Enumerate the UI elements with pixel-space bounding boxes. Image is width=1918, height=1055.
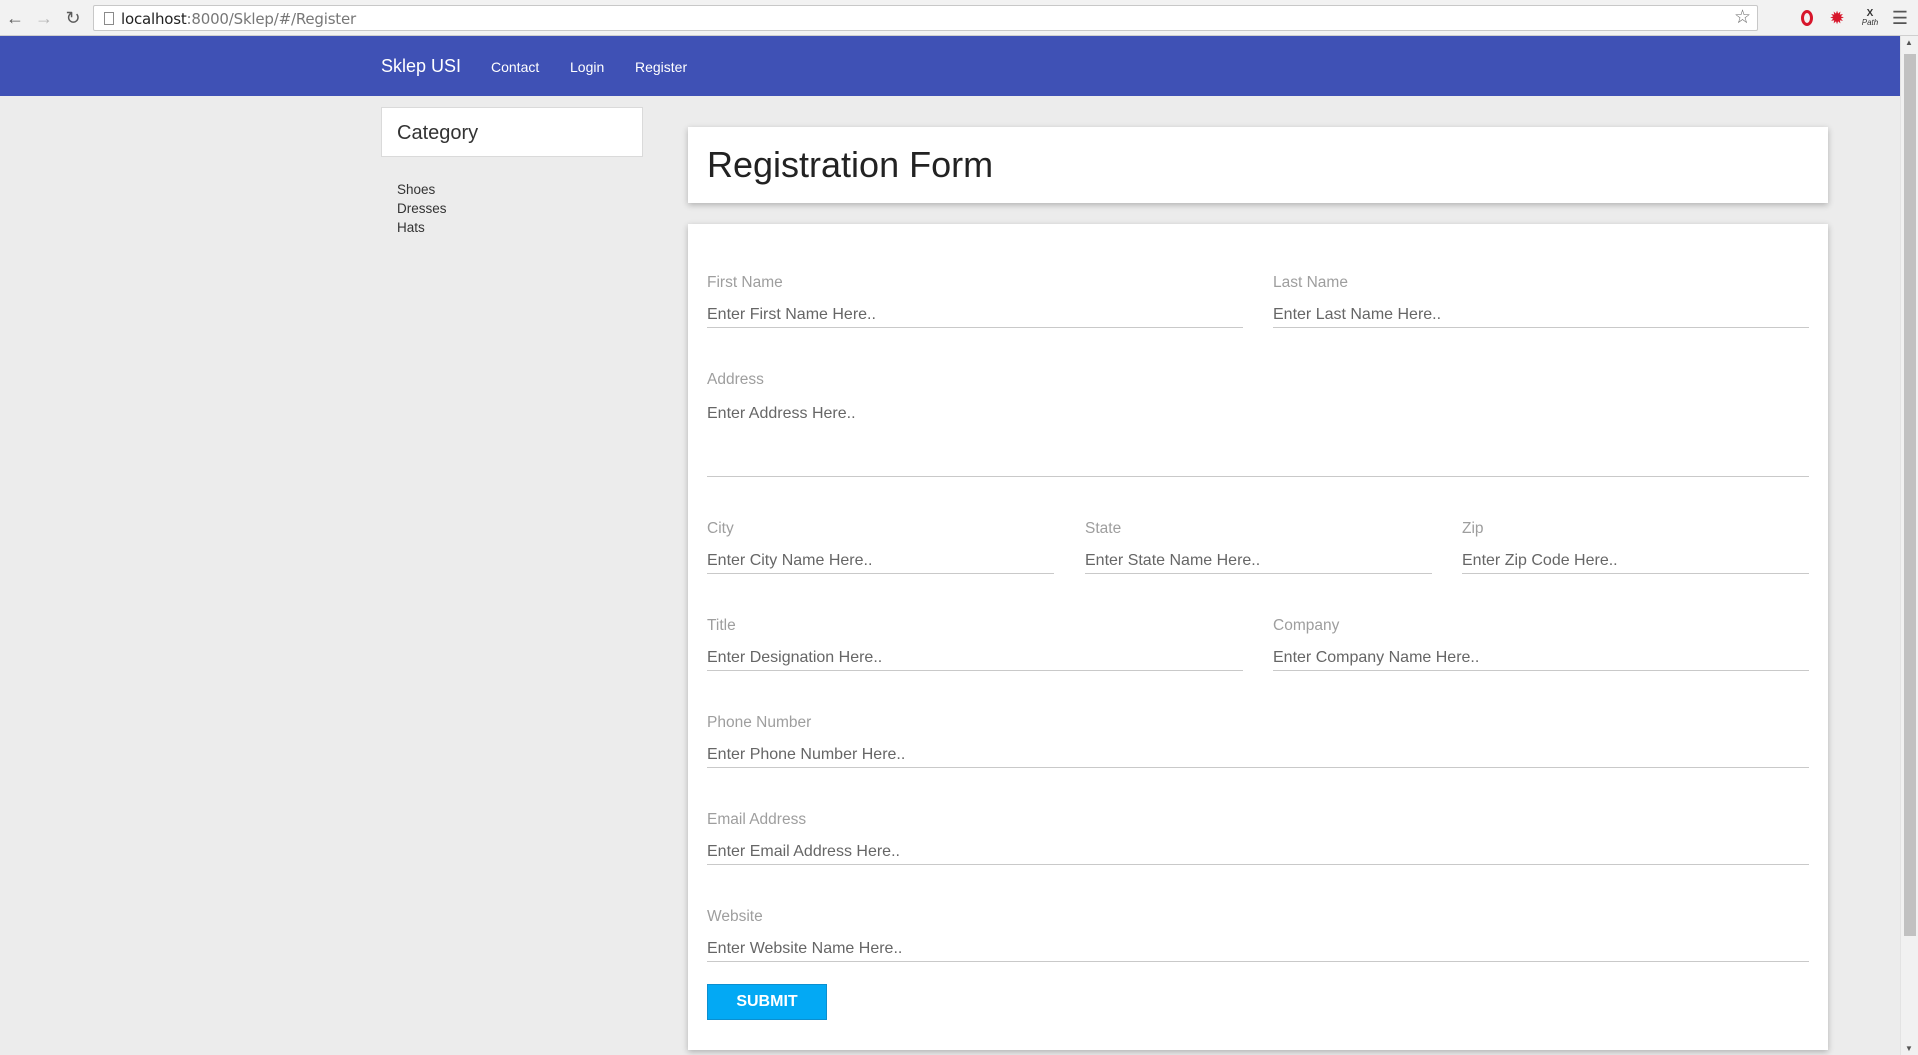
email-input[interactable]: [707, 840, 1809, 865]
nav-link-register[interactable]: Register: [635, 59, 687, 75]
opera-extension-icon[interactable]: [1797, 8, 1817, 28]
email-group: Email Address: [707, 811, 1809, 865]
navbar: Sklep USI Contact Login Register: [0, 36, 1900, 96]
website-label: Website: [707, 908, 763, 925]
category-item-dresses[interactable]: Dresses: [397, 199, 447, 218]
zip-input[interactable]: [1462, 549, 1809, 574]
phone-label: Phone Number: [707, 714, 812, 731]
city-input[interactable]: [707, 549, 1054, 574]
city-label: City: [707, 520, 734, 537]
scroll-down-icon[interactable]: ▼: [1905, 1044, 1913, 1053]
last-name-input[interactable]: [1273, 303, 1809, 328]
website-input[interactable]: [707, 937, 1809, 962]
reload-icon[interactable]: ↻: [62, 7, 84, 29]
title-input[interactable]: [707, 646, 1243, 671]
state-group: State: [1085, 520, 1432, 574]
last-name-group: Last Name: [1273, 274, 1809, 328]
title-group: Title: [707, 617, 1243, 671]
phone-group: Phone Number: [707, 714, 1809, 768]
category-item-hats[interactable]: Hats: [397, 218, 447, 237]
company-group: Company: [1273, 617, 1809, 671]
browser-menu-icon[interactable]: ☰: [1890, 8, 1910, 28]
page-icon: [104, 12, 114, 25]
form-title-card: Registration Form: [688, 127, 1828, 203]
state-input[interactable]: [1085, 549, 1432, 574]
address-group: Address: [707, 371, 1809, 477]
state-label: State: [1085, 520, 1122, 537]
bookmark-star-icon[interactable]: ☆: [1734, 8, 1751, 27]
website-group: Website: [707, 908, 1809, 962]
scrollbar-thumb[interactable]: [1904, 54, 1916, 936]
page-scrollbar[interactable]: ▲ ▼: [1900, 36, 1918, 1055]
brand-link[interactable]: Sklep USI: [381, 56, 461, 77]
city-group: City: [707, 520, 1054, 574]
company-input[interactable]: [1273, 646, 1809, 671]
phone-input[interactable]: [707, 743, 1809, 768]
category-panel: Category: [381, 107, 643, 157]
submit-button[interactable]: SUBMIT: [707, 984, 827, 1020]
company-label: Company: [1273, 617, 1340, 634]
first-name-group: First Name: [707, 274, 1243, 328]
bug-extension-icon[interactable]: ✹: [1827, 8, 1847, 28]
browser-toolbar: ← → ↻ localhost:8000/Sklep/#/Register ☆ …: [0, 0, 1918, 36]
zip-label: Zip: [1462, 520, 1484, 537]
category-item-shoes[interactable]: Shoes: [397, 180, 447, 199]
category-list: Shoes Dresses Hats: [397, 180, 447, 237]
zip-group: Zip: [1462, 520, 1809, 574]
forward-arrow-icon[interactable]: →: [33, 7, 55, 29]
title-label: Title: [707, 617, 736, 634]
address-bar[interactable]: localhost:8000/Sklep/#/Register ☆: [93, 5, 1758, 31]
last-name-label: Last Name: [1273, 274, 1348, 291]
first-name-input[interactable]: [707, 303, 1243, 328]
back-arrow-icon[interactable]: ←: [4, 7, 26, 29]
category-heading: Category: [397, 122, 479, 144]
scroll-up-icon[interactable]: ▲: [1905, 38, 1913, 47]
address-textarea[interactable]: [707, 405, 1809, 477]
first-name-label: First Name: [707, 274, 783, 291]
registration-form: First Name Last Name Address City State …: [688, 224, 1828, 1050]
email-label: Email Address: [707, 811, 807, 828]
nav-link-login[interactable]: Login: [570, 59, 604, 75]
xpath-extension-icon[interactable]: X Path: [1859, 8, 1881, 28]
address-label: Address: [707, 371, 764, 388]
address-bar-url[interactable]: localhost:8000/Sklep/#/Register: [121, 10, 356, 28]
nav-link-contact[interactable]: Contact: [491, 59, 539, 75]
page-title: Registration Form: [707, 144, 994, 185]
